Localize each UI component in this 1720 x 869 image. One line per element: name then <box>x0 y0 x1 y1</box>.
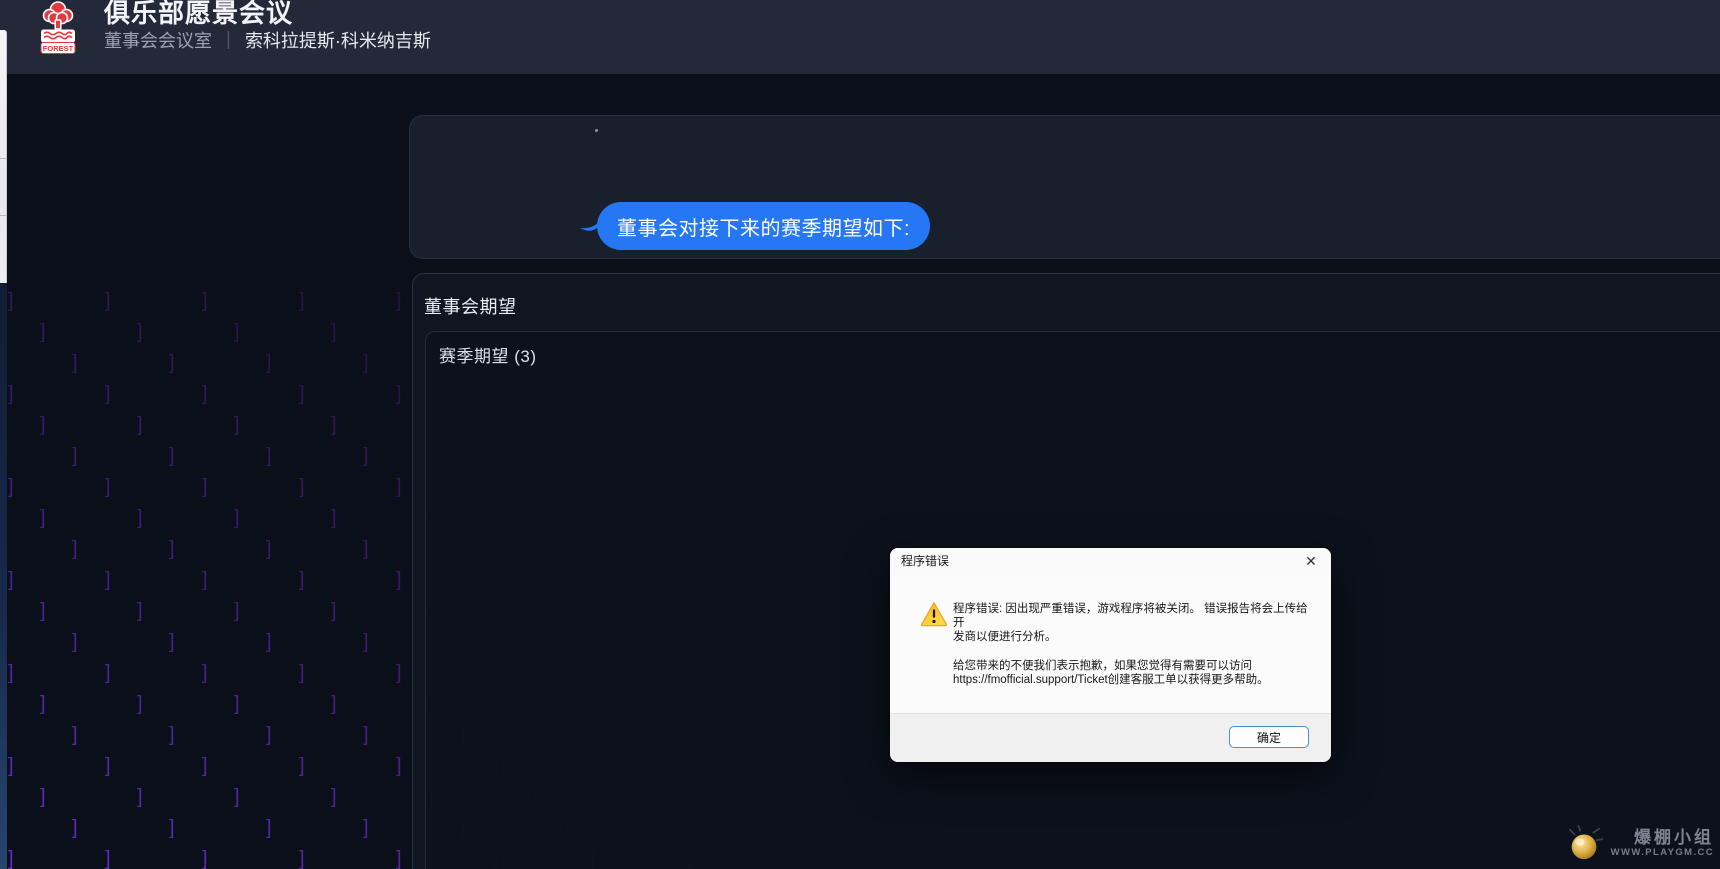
watermark-name: 爆棚小组 <box>1634 829 1714 847</box>
close-icon[interactable]: ✕ <box>1299 551 1323 571</box>
watermark-ball-icon <box>1566 824 1604 862</box>
error-message-line: 给您带来的不便我们表示抱歉，如果您觉得有需要可以访问 <box>953 659 1315 673</box>
chat-bubble: 董事会对接下来的赛季期望如下: <box>597 202 930 250</box>
meeting-room-label: 董事会会议室 <box>104 27 212 53</box>
warning-icon <box>920 600 948 628</box>
watermark-texts: 爆棚小组 WWW.PLAYGM.CC <box>1611 829 1714 858</box>
club-crest-logo: FOREST <box>38 1 78 55</box>
error-message-line: 发商以便进行分析。 <box>953 630 1315 644</box>
header-bar: FOREST 俱乐部愿景会议 董事会会议室 | 索科拉提斯·科米纳吉斯 <box>0 0 1720 74</box>
chat-bubble-text: 董事会对接下来的赛季期望如下: <box>617 212 910 241</box>
error-dialog: 程序错误 ✕ 程序错误: 因出现严重错误，游戏程序将被关闭。 错误报告将会上传给… <box>890 548 1331 762</box>
breadcrumb: 董事会会议室 | 索科拉提斯·科米纳吉斯 <box>104 27 431 53</box>
ok-button[interactable]: 确定 <box>1229 726 1309 748</box>
background-window-scrollbar[interactable] <box>0 30 7 283</box>
board-expectations-title: 董事会期望 <box>424 293 517 319</box>
scrollbar-divider <box>0 215 6 216</box>
background-window-edge <box>0 283 7 869</box>
chairman-name: 索科拉提斯·科米纳吉斯 <box>245 27 431 53</box>
conversation-panel: 董事会对接下来的赛季期望如下: <box>409 115 1720 259</box>
subtitle-divider: | <box>226 29 231 51</box>
page-title: 俱乐部愿景会议 <box>104 0 293 30</box>
error-dialog-title: 程序错误 <box>901 548 949 574</box>
season-expectations-title: 赛季期望 (3) <box>439 342 537 367</box>
scrollbar-divider <box>0 158 6 159</box>
logo-forest-text: FOREST <box>43 44 74 53</box>
error-message-line: https://fmofficial.support/Ticket创建客服工单以… <box>953 673 1315 687</box>
watermark: 爆棚小组 WWW.PLAYGM.CC <box>1566 824 1714 862</box>
screen: ] ] ] <box>0 0 1720 869</box>
watermark-url: WWW.PLAYGM.CC <box>1611 847 1714 858</box>
error-message: 程序错误: 因出现严重错误，游戏程序将被关闭。 错误报告将会上传给开 发商以便进… <box>953 602 1315 687</box>
scroll-indicator-dot <box>595 129 598 132</box>
error-dialog-footer: 确定 <box>890 713 1331 762</box>
error-message-line: 程序错误: 因出现严重错误，游戏程序将被关闭。 错误报告将会上传给开 <box>953 602 1315 630</box>
error-dialog-titlebar[interactable]: 程序错误 ✕ <box>890 548 1331 574</box>
